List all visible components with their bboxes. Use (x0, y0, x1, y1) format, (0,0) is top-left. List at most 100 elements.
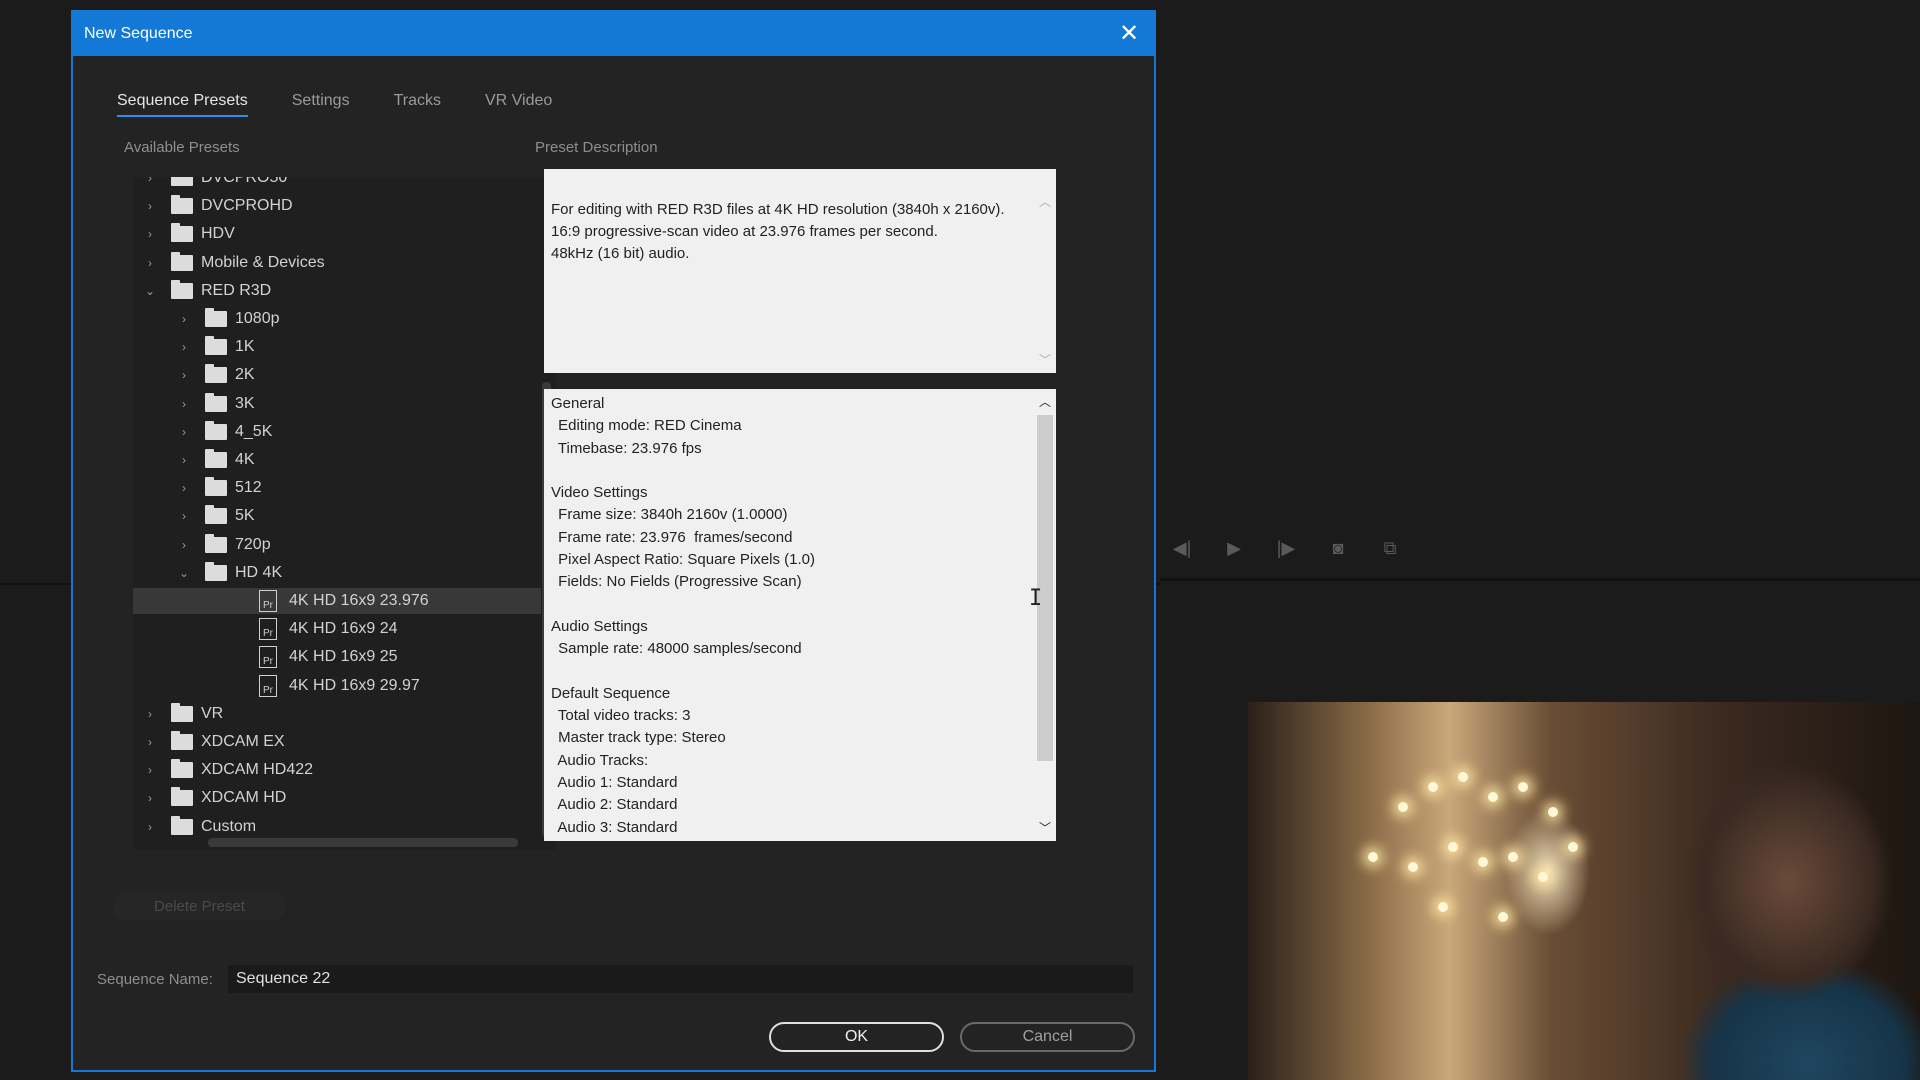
new-sequence-dialog: New Sequence ✕ Sequence Presets Settings… (71, 10, 1156, 1072)
folder-icon (171, 223, 193, 243)
ok-button[interactable]: OK (769, 1022, 944, 1052)
preset-folder[interactable]: › 3K (133, 391, 507, 417)
chevron-up-icon[interactable]: ︿ (1034, 391, 1056, 413)
preset-folder[interactable]: › Mobile & Devices (133, 250, 473, 276)
chevron-right-icon[interactable]: › (177, 538, 191, 552)
chevron-right-icon[interactable]: › (143, 177, 157, 185)
tab-vr-video[interactable]: VR Video (485, 92, 552, 117)
preset-folder[interactable]: › HDV (133, 221, 473, 247)
info-line: Sample rate: 48000 samples/second (554, 640, 802, 658)
chevron-right-icon[interactable]: › (177, 481, 191, 495)
preset-folder[interactable]: › 512 (133, 475, 507, 501)
info-line: Audio Settings (551, 617, 648, 635)
chevron-right-icon[interactable]: › (143, 227, 157, 241)
preset-item[interactable]: Pr 4K HD 16x9 29.97 (133, 673, 541, 699)
info-line: Timebase: 23.976 fps (554, 439, 702, 457)
folder-icon (171, 195, 193, 215)
tree-item-label: 1080p (235, 310, 280, 327)
preset-item[interactable]: Pr 4K HD 16x9 24 (133, 616, 541, 642)
light-bulbs (1358, 762, 1618, 962)
info-line: Audio 3: Standard (554, 818, 678, 836)
preset-folder[interactable]: › XDCAM EX (133, 729, 473, 755)
tab-tracks[interactable]: Tracks (394, 92, 441, 117)
tree-item-label: 4K HD 16x9 29.97 (289, 676, 420, 694)
chevron-right-icon[interactable]: › (177, 368, 191, 382)
tree-item-label: VR (201, 704, 224, 722)
preset-file-icon: Pr (259, 590, 277, 612)
info-line: Frame rate: 23.976 frames/second (554, 528, 793, 546)
tree-item-label: 720p (235, 535, 271, 553)
info-line (551, 460, 1026, 482)
chevron-right-icon[interactable]: › (177, 397, 191, 411)
camera-icon[interactable]: ◙ (1326, 538, 1350, 559)
tree-item-label: XDCAM HD422 (201, 761, 314, 779)
chevron-right-icon[interactable]: › (143, 199, 157, 213)
preset-folder[interactable]: › VR (133, 701, 473, 727)
preset-description-label: Preset Description (535, 139, 658, 156)
chevron-right-icon[interactable]: › (177, 425, 191, 439)
preset-folder[interactable]: ⌄ HD 4K (133, 560, 507, 586)
chevron-right-icon[interactable]: › (177, 509, 191, 523)
preset-folder[interactable]: › XDCAM HD422 (133, 757, 473, 783)
info-line (551, 594, 1026, 616)
tab-sequence-presets[interactable]: Sequence Presets (117, 92, 248, 117)
folder-icon (205, 420, 227, 440)
close-icon[interactable]: ✕ (1116, 21, 1142, 47)
chevron-down-icon[interactable]: ⌄ (177, 566, 191, 580)
panel-divider (1160, 578, 1920, 581)
tree-horizontal-scrollbar[interactable] (208, 838, 518, 847)
preset-folder[interactable]: › 1080p (133, 306, 507, 332)
folder-icon (205, 533, 227, 553)
step-forward-icon[interactable]: |▶ (1274, 538, 1298, 559)
preset-item[interactable]: Pr 4K HD 16x9 25 (133, 644, 541, 670)
chevron-down-icon[interactable]: ﹀ (1034, 817, 1056, 839)
chevron-right-icon[interactable]: › (143, 256, 157, 270)
info-line: Video Settings (551, 484, 648, 502)
preset-folder[interactable]: › XDCAM HD (133, 785, 473, 811)
chevron-right-icon[interactable]: › (177, 453, 191, 467)
info-line: Master track type: Stereo (554, 729, 726, 747)
sequence-info-box: General Editing mode: RED Cinema Timebas… (544, 389, 1056, 841)
chevron-down-icon[interactable]: ⌄ (143, 284, 157, 298)
available-presets-label: Available Presets (124, 139, 240, 156)
preset-folder[interactable]: › 2K (133, 362, 507, 388)
sequence-name-input[interactable] (228, 965, 1133, 993)
preset-folder[interactable]: › DVCPROHD (133, 193, 473, 219)
tree-item-label: 4K HD 16x9 24 (289, 620, 398, 638)
folder-icon (171, 251, 193, 271)
description-scrollbar[interactable]: ︿ ﹀ (1034, 169, 1056, 373)
tab-settings[interactable]: Settings (292, 92, 350, 117)
preset-folder[interactable]: › 1K (133, 334, 507, 360)
tree-item-label: RED R3D (201, 281, 272, 299)
tree-item-label: HD 4K (235, 563, 283, 581)
delete-preset-button[interactable]: Delete Preset (113, 892, 286, 920)
chevron-right-icon[interactable]: › (143, 791, 157, 805)
preset-folder[interactable]: › DVCPRO50 (133, 177, 473, 191)
preset-folder[interactable]: › 5K (133, 503, 507, 529)
info-line: Default Sequence (551, 684, 671, 702)
preset-folder[interactable]: › Custom (133, 814, 473, 840)
chevron-right-icon[interactable]: › (143, 707, 157, 721)
chevron-right-icon[interactable]: › (177, 340, 191, 354)
compare-icon[interactable]: ⧉ (1378, 538, 1402, 559)
chevron-right-icon[interactable]: › (143, 763, 157, 777)
preset-folder[interactable]: › 720p (133, 532, 507, 558)
preset-folder[interactable]: › 4K (133, 447, 507, 473)
tree-item-label: 5K (235, 507, 255, 525)
cancel-button[interactable]: Cancel (960, 1022, 1135, 1052)
chevron-right-icon[interactable]: › (177, 312, 191, 326)
chevron-up-icon[interactable]: ︿ (1034, 191, 1056, 213)
step-back-icon[interactable]: ◀| (1170, 538, 1194, 559)
preset-folder[interactable]: ⌄ RED R3D (133, 278, 473, 304)
play-icon[interactable]: ▶ (1222, 538, 1246, 559)
folder-icon (205, 561, 227, 581)
info-scrollbar[interactable]: ︿ ﹀ (1034, 389, 1056, 841)
chevron-down-icon[interactable]: ﹀ (1034, 349, 1056, 371)
chevron-right-icon[interactable]: › (143, 735, 157, 749)
preset-item[interactable]: Pr 4K HD 16x9 23.976 (133, 588, 541, 614)
tree-item-label: 1K (235, 338, 255, 356)
chevron-right-icon[interactable]: › (143, 820, 157, 834)
folder-icon (205, 336, 227, 356)
tree-item-label: 2K (235, 366, 255, 384)
preset-folder[interactable]: › 4_5K (133, 419, 507, 445)
